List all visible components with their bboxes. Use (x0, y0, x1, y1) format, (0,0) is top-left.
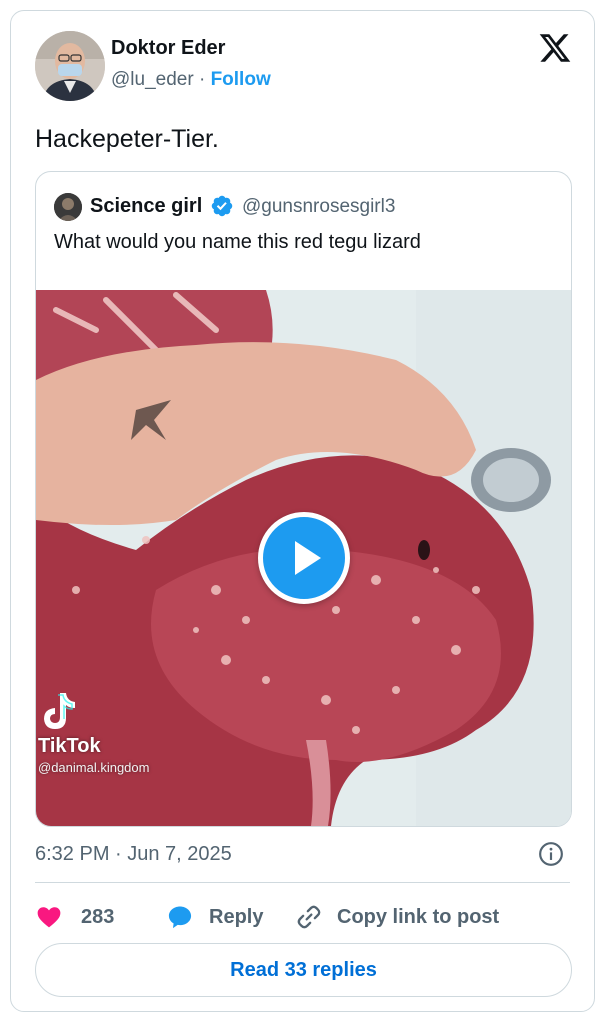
quoted-avatar-image (54, 193, 82, 221)
separator-dot: · (198, 69, 206, 90)
link-icon (297, 905, 321, 929)
heart-icon (37, 907, 61, 928)
quoted-name[interactable]: Science girl (90, 195, 202, 218)
play-icon (295, 541, 321, 575)
reply-label: Reply (209, 905, 264, 928)
play-button[interactable] (258, 512, 350, 604)
reply-bubble-icon (168, 906, 192, 929)
tiktok-brand: TikTok (38, 735, 101, 757)
tweet-text: Hackepeter-Tier. (35, 125, 219, 153)
x-logo-icon[interactable] (538, 31, 572, 65)
read-replies-button[interactable]: Read 33 replies (35, 943, 572, 997)
quoted-handle[interactable]: @gunsnrosesgirl3 (242, 196, 395, 218)
reply-button[interactable]: Reply (165, 897, 263, 937)
quoted-avatar[interactable] (54, 193, 82, 221)
video-player[interactable]: TikTok @danimal.kingdom (36, 290, 571, 826)
info-icon[interactable] (538, 841, 564, 867)
quoted-text: What would you name this red tegu lizard (54, 231, 421, 253)
author-handle-row: @lu_eder · Follow (111, 69, 271, 91)
like-button[interactable]: 283 (35, 897, 114, 937)
author-name[interactable]: Doktor Eder (111, 37, 225, 60)
tweet-card: Doktor Eder @lu_eder · Follow Hackepeter… (10, 10, 595, 1012)
tiktok-logo-icon (44, 693, 75, 729)
copy-link-label: Copy link to post (337, 905, 500, 928)
like-count: 283 (81, 905, 115, 928)
tiktok-username: @danimal.kingdom (38, 760, 150, 775)
follow-button[interactable]: Follow (211, 69, 271, 90)
tweet-timestamp[interactable]: 6:32 PM · Jun 7, 2025 (35, 843, 232, 866)
divider (35, 882, 570, 883)
author-avatar-image (35, 31, 105, 101)
quoted-tweet[interactable]: Science girl @gunsnrosesgirl3 What would… (35, 171, 572, 827)
action-bar: 283 Reply Copy link to post (35, 897, 575, 937)
author-handle[interactable]: @lu_eder (111, 69, 194, 90)
verified-badge-icon (211, 195, 233, 217)
tiktok-watermark: TikTok @danimal.kingdom (38, 690, 188, 775)
author-avatar[interactable] (35, 31, 105, 101)
copy-link-button[interactable]: Copy link to post (295, 897, 499, 937)
